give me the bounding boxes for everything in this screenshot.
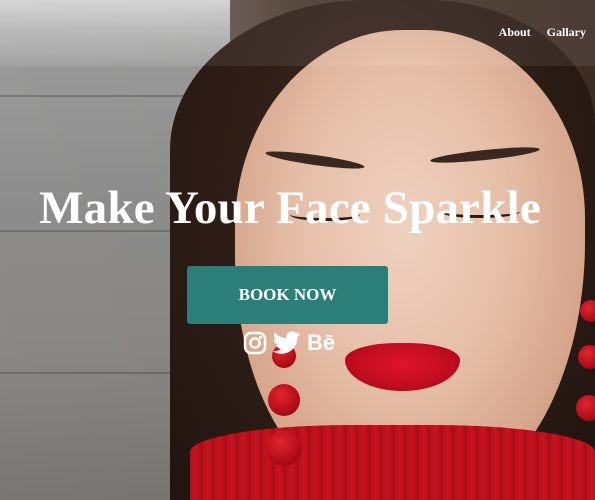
header-bar: About Gallary: [0, 0, 595, 66]
nav-link-gallary[interactable]: Gallary: [547, 25, 586, 40]
nav-link-about[interactable]: About: [499, 25, 531, 40]
earring-bead: [266, 430, 302, 466]
hero-headline: Make Your Face Sparkle: [39, 182, 541, 234]
twitter-icon[interactable]: [273, 331, 301, 355]
hero-section: [0, 0, 595, 500]
social-links: Bē: [243, 331, 335, 355]
book-now-button[interactable]: BOOK NOW: [187, 266, 388, 324]
earring-bead: [576, 395, 595, 421]
earring-bead: [268, 384, 300, 416]
behance-icon[interactable]: Bē: [307, 331, 335, 355]
red-sweater: [190, 425, 595, 500]
earring-bead: [578, 345, 595, 369]
earring-bead: [580, 300, 595, 322]
main-nav: About Gallary: [499, 25, 586, 40]
instagram-icon[interactable]: [243, 331, 267, 355]
